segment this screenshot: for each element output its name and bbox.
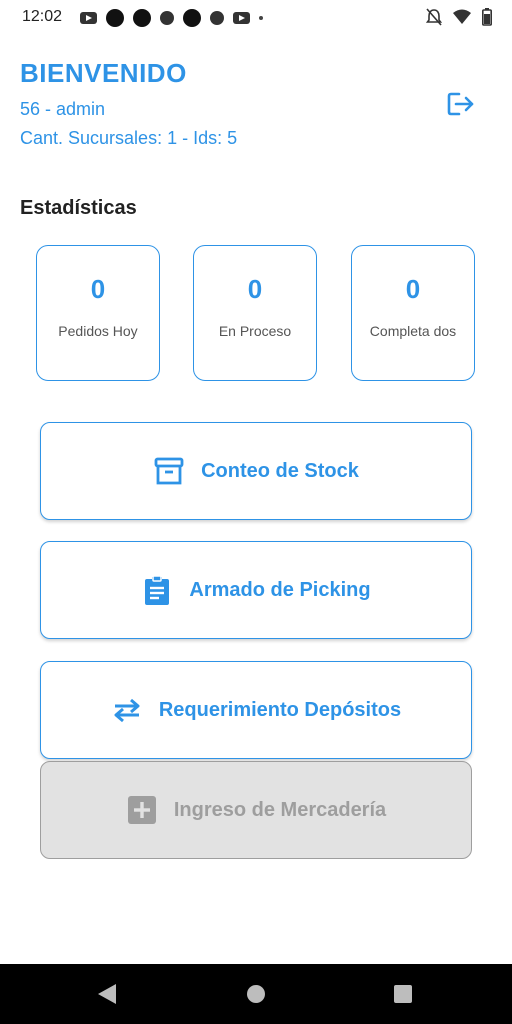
stats-title: Estadísticas [20, 197, 137, 219]
ingreso-mercaderia-button[interactable]: Ingreso de Mercadería [40, 761, 472, 859]
add-box-icon [126, 794, 158, 826]
stat-card-en-proceso: 0 En Proceso [193, 245, 317, 381]
conteo-stock-button[interactable]: Conteo de Stock [40, 422, 472, 520]
recents-icon[interactable] [394, 985, 412, 1003]
requerimiento-depositos-button[interactable]: Requerimiento Depósitos [40, 661, 472, 759]
logout-button[interactable] [446, 90, 476, 118]
system-nav-bar [0, 964, 512, 1024]
status-time: 12:02 [22, 8, 63, 25]
home-icon[interactable] [247, 985, 265, 1003]
notification-dot-icon [183, 9, 201, 27]
archive-box-icon [153, 455, 185, 487]
alarm-off-icon [426, 8, 442, 26]
requerimiento-depositos-label: Requerimiento Depósitos [158, 698, 402, 721]
back-icon[interactable] [98, 984, 116, 1004]
stat-card-completados: 0 Completa dos [351, 245, 475, 381]
youtube-icon [233, 12, 250, 24]
user-info: 56 - admin [20, 99, 106, 119]
stat-card-pedidos-hoy: 0 Pedidos Hoy [36, 245, 160, 381]
wifi-icon [453, 9, 471, 24]
conteo-stock-label: Conteo de Stock [201, 459, 359, 482]
stat-label: Completa dos [369, 323, 457, 339]
swap-arrows-icon [111, 694, 143, 726]
battery-icon [482, 8, 492, 26]
app-icon [160, 11, 174, 25]
youtube-icon [80, 12, 97, 24]
clipboard-icon [141, 574, 173, 606]
stat-value: 0 [90, 274, 106, 304]
welcome-title: BIENVENIDO [20, 58, 187, 88]
stat-label: En Proceso [218, 323, 292, 339]
more-dot-icon [259, 16, 263, 20]
ingreso-mercaderia-label: Ingreso de Mercadería [173, 798, 387, 821]
status-bar: 12:02 [0, 0, 512, 34]
stat-value: 0 [405, 274, 421, 304]
notification-dot-icon [106, 9, 124, 27]
armado-picking-button[interactable]: Armado de Picking [40, 541, 472, 639]
logout-icon [447, 92, 474, 116]
stat-label: Pedidos Hoy [58, 323, 138, 339]
branch-info: Cant. Sucursales: 1 - Ids: 5 [20, 128, 238, 148]
status-notifications [80, 9, 263, 27]
app-icon [210, 11, 224, 25]
status-system-icons [426, 8, 492, 26]
notification-dot-icon [133, 9, 151, 27]
stat-value: 0 [247, 274, 263, 304]
armado-picking-label: Armado de Picking [189, 578, 371, 601]
